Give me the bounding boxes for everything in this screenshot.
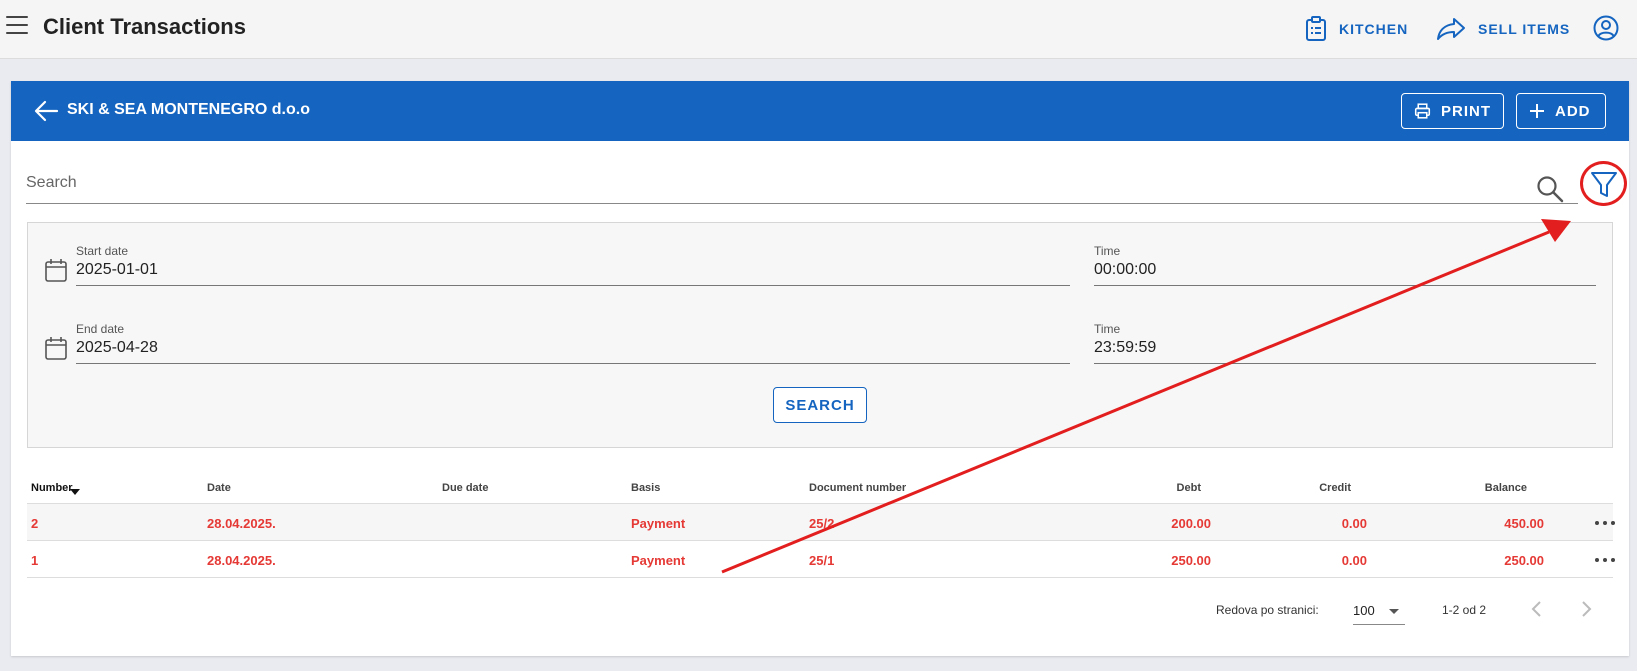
search-icon[interactable]	[1536, 175, 1564, 203]
start-date-label: Start date	[76, 244, 129, 258]
app-bar: Client Transactions KITCHEN SELL ITEMS	[0, 0, 1637, 59]
start-time-field[interactable]: Time 00:00:00	[1094, 244, 1596, 286]
start-time-value: 00:00:00	[1094, 261, 1157, 278]
add-label: ADD	[1555, 102, 1591, 120]
column-header-number[interactable]: Number	[31, 482, 73, 494]
start-date-value: 2025-01-01	[76, 261, 158, 278]
more-options-icon[interactable]	[1595, 521, 1615, 525]
table-header: Number Date Due date Basis Document numb…	[27, 466, 1613, 504]
cell-basis: Payment	[631, 553, 686, 568]
end-time-label: Time	[1094, 322, 1121, 336]
calendar-icon[interactable]	[44, 335, 68, 361]
start-date-field[interactable]: Start date 2025-01-01	[76, 244, 1070, 286]
chevron-down-icon	[1389, 609, 1399, 614]
cell-date: 28.04.2025.	[207, 516, 276, 531]
menu-icon[interactable]	[6, 16, 28, 36]
filter-panel: Start date 2025-01-01 Time 00:00:00 End …	[27, 222, 1613, 448]
transactions-table: Number Date Due date Basis Document numb…	[27, 466, 1615, 578]
column-header-document-number[interactable]: Document number	[809, 482, 906, 494]
rows-per-page-value: 100	[1353, 603, 1375, 618]
more-options-icon[interactable]	[1595, 558, 1615, 562]
column-header-date[interactable]: Date	[207, 482, 231, 494]
rows-per-page-select[interactable]: 100	[1353, 597, 1405, 625]
cell-debt: 250.00	[1171, 553, 1211, 568]
cell-document-number: 25/1	[809, 553, 835, 568]
print-label: PRINT	[1441, 102, 1491, 120]
sort-desc-icon[interactable]	[70, 489, 80, 495]
column-header-debt[interactable]: Debt	[1127, 482, 1201, 494]
cell-credit: 0.00	[1341, 516, 1367, 531]
kitchen-button[interactable]: KITCHEN	[1305, 14, 1408, 44]
cell-balance: 250.00	[1504, 553, 1544, 568]
cell-credit: 0.00	[1341, 553, 1367, 568]
end-date-value: 2025-04-28	[76, 339, 158, 356]
column-header-due-date[interactable]: Due date	[442, 482, 488, 494]
cell-debt: 200.00	[1171, 516, 1211, 531]
chevron-right-icon[interactable]	[1575, 598, 1597, 620]
client-name: SKI & SEA MONTENEGRO d.o.o	[67, 101, 310, 118]
add-button[interactable]: ADD	[1516, 93, 1606, 129]
transactions-card: SKI & SEA MONTENEGRO d.o.o PRINT ADD Sea…	[11, 81, 1629, 656]
plus-icon	[1530, 104, 1544, 118]
kitchen-label: KITCHEN	[1339, 21, 1409, 37]
account-icon[interactable]	[1593, 15, 1619, 41]
column-header-basis[interactable]: Basis	[631, 482, 660, 494]
sell-items-label: SELL ITEMS	[1478, 21, 1571, 37]
table-row[interactable]: 2 28.04.2025. Payment 25/2 200.00 0.00 4…	[27, 504, 1615, 541]
print-button[interactable]: PRINT	[1401, 93, 1504, 129]
end-time-value: 23:59:59	[1094, 339, 1157, 356]
printer-icon	[1414, 103, 1431, 119]
pagination-range: 1-2 od 2	[1442, 603, 1487, 617]
search-input[interactable]	[26, 174, 1486, 192]
cell-number: 1	[31, 553, 39, 568]
end-time-field[interactable]: Time 23:59:59	[1094, 322, 1596, 364]
filter-icon[interactable]	[1587, 167, 1621, 201]
cell-document-number: 25/2	[809, 516, 835, 531]
cell-basis: Payment	[631, 516, 686, 531]
cell-balance: 450.00	[1504, 516, 1544, 531]
card-header: SKI & SEA MONTENEGRO d.o.o PRINT ADD	[11, 81, 1629, 141]
share-forward-icon	[1437, 18, 1465, 40]
column-header-balance[interactable]: Balance	[1447, 482, 1527, 494]
page-title: Client Transactions	[43, 14, 246, 39]
table-row[interactable]: 1 28.04.2025. Payment 25/1 250.00 0.00 2…	[27, 541, 1615, 578]
end-date-label: End date	[76, 322, 125, 336]
rows-per-page-label: Redova po stranici:	[1216, 603, 1319, 617]
calendar-icon[interactable]	[44, 257, 68, 283]
chevron-left-icon[interactable]	[1526, 598, 1548, 620]
cell-date: 28.04.2025.	[207, 553, 276, 568]
back-arrow-icon[interactable]	[33, 99, 59, 123]
start-time-label: Time	[1094, 244, 1121, 258]
cell-number: 2	[31, 516, 39, 531]
search-button[interactable]: SEARCH	[773, 387, 867, 423]
clipboard-list-icon	[1306, 16, 1326, 41]
sell-items-button[interactable]: SELL ITEMS	[1436, 14, 1570, 44]
search-field[interactable]	[26, 164, 1578, 204]
end-date-field[interactable]: End date 2025-04-28	[76, 322, 1070, 364]
column-header-credit[interactable]: Credit	[1277, 482, 1351, 494]
